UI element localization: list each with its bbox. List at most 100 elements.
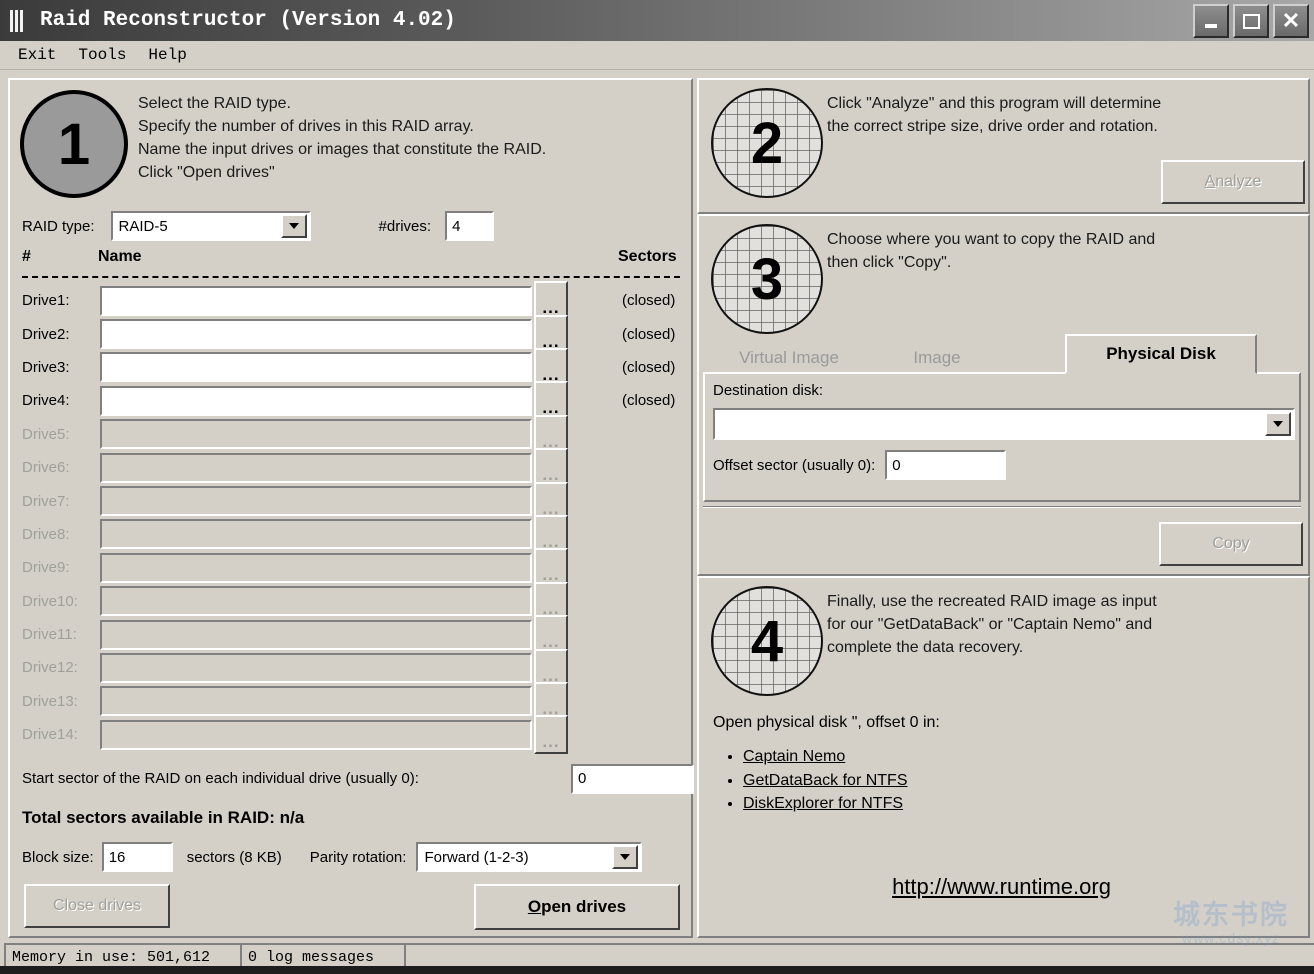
raid-type-row: RAID type: RAID-5 #drives: 4 [22,211,495,241]
step1-line-2: Specify the number of drives in this RAI… [138,118,474,135]
step2-badge: 2 [711,88,823,198]
header-divider [22,276,680,278]
menu-item-help[interactable]: Help [140,44,194,66]
tab-virtual-image[interactable]: Virtual Image [709,342,869,374]
menu-item-exit[interactable]: Exit [10,44,64,66]
tab-physical-disk[interactable]: Physical Disk [1065,334,1257,374]
start-sector-label: Start sector of the RAID on each individ… [22,770,419,787]
table-row: Drive1:... (closed) [22,281,682,321]
step1-panel: 1 Select the RAID type. Specify the numb… [8,78,694,938]
destination-disk-select[interactable] [713,408,1295,440]
drive-status: (closed) [622,392,676,410]
offset-sector-label: Offset sector (usually 0): [713,456,876,474]
drive-status: (closed) [622,325,676,343]
list-item: Captain Nemo [743,746,908,769]
drives-count-input[interactable]: 4 [445,211,495,241]
physical-disk-tab-pane: Destination disk: Offset sector (usually… [703,372,1301,502]
table-row: Drive11:... [22,615,682,655]
step1-line-4: Click "Open drives" [138,164,275,181]
drive-label: Drive1: [22,292,70,310]
close-icon: ✕ [1281,8,1301,33]
link-getdataback-ntfs[interactable]: GetDataBack for NTFS [743,772,908,789]
step3-badge: 3 [711,224,823,334]
step4-line-3: complete the data recovery. [827,639,1024,656]
analyze-label: nalyze [1215,173,1262,190]
panel3-divider [703,506,1301,508]
maximize-button[interactable] [1233,4,1269,38]
drive-path-input [100,552,532,583]
raid-type-select[interactable]: RAID-5 [110,211,311,241]
tab-image[interactable]: Image [889,342,985,374]
menu-bar: Exit Tools Help [0,41,1314,70]
table-row: Drive3:... (closed) [22,347,682,387]
drive-path-input [100,486,532,517]
drive-path-input [100,452,532,483]
step2-panel: 2 Click "Analyze" and this program will … [697,78,1310,214]
title-bar: Raid Reconstructor (Version 4.02) ✕ [0,0,1314,41]
table-row: Drive9:... [22,548,682,588]
drive-path-input [100,419,532,450]
minimize-button[interactable] [1193,4,1229,38]
link-runtime-website[interactable]: http://www.runtime.org [892,874,1111,899]
recovery-links-list: Captain Nemo GetDataBack for NTFS DiskEx… [721,746,908,817]
drive-path-input [100,686,532,717]
step3-line-2: then click "Copy". [827,254,952,271]
drive-label: Drive10: [22,592,78,610]
chevron-down-icon[interactable] [280,214,307,238]
drive-path-input[interactable] [100,385,532,416]
block-size-units: sectors (8 KB) [186,848,282,866]
parity-rotation-value: Forward (1-2-3) [424,848,529,866]
close-button[interactable]: ✕ [1273,4,1309,38]
step3-panel: 3 Choose where you want to copy the RAID… [697,214,1310,576]
start-sector-input[interactable]: 0 [571,763,694,794]
parity-rotation-select[interactable]: Forward (1-2-3) [416,842,643,872]
drive-path-input[interactable] [100,352,532,383]
table-row: Drive2:... (closed) [22,314,682,354]
block-size-label: Block size: [22,848,94,866]
parity-rotation-label: Parity rotation: [309,848,407,866]
browse-ellipsis-button: ... [534,715,568,755]
table-row: Drive10:... [22,581,682,621]
menu-item-tools[interactable]: Tools [70,44,134,66]
step4-line-2: for our "GetDataBack" or "Captain Nemo" … [827,616,1153,633]
chevron-down-icon[interactable] [1265,412,1291,436]
drive-label: Drive6: [22,459,70,477]
drive-label: Drive8: [22,525,70,543]
block-size-input[interactable]: 16 [101,842,173,872]
drive-path-input[interactable] [100,285,532,316]
drive-label: Drive9: [22,559,70,577]
step2-line-2: the correct stripe size, drive order and… [827,118,1158,135]
open-drives-label: pen drives [541,897,627,916]
block-parity-row: Block size: 16 sectors (8 KB) Parity rot… [22,842,643,872]
link-captain-nemo[interactable]: Captain Nemo [743,748,845,765]
drive-label: Drive14: [22,726,78,744]
table-row: Drive12:... [22,648,682,688]
drive-path-input [100,519,532,550]
drive-label: Drive3: [22,358,70,376]
drive-status: (closed) [622,292,676,310]
copy-button[interactable]: Copy [1159,522,1303,566]
window-bottom-edge [0,966,1314,974]
step1-instructions: Select the RAID type. Specify the number… [138,92,546,184]
step4-line-1: Finally, use the recreated RAID image as… [827,593,1157,610]
table-row: Drive8:... [22,514,682,554]
step2-instructions: Click "Analyze" and this program will de… [827,92,1161,138]
chevron-down-icon[interactable] [612,845,639,869]
link-diskexplorer-ntfs[interactable]: DiskExplorer for NTFS [743,795,903,812]
total-sectors-label: Total sectors available in RAID: n/a [22,808,305,827]
close-drives-button[interactable]: Close drives [24,884,170,928]
destination-disk-label: Destination disk: [713,382,824,399]
step1-badge: 1 [20,90,128,198]
step4-badge: 4 [711,586,823,696]
drive-label: Drive11: [22,626,77,644]
open-drives-button[interactable]: Open drives [474,884,680,930]
column-header-number: # [22,248,31,265]
table-row: Drive13:... [22,681,682,721]
drive-label: Drive13: [22,692,78,710]
window-title: Raid Reconstructor (Version 4.02) [40,9,456,32]
destination-tabs: Virtual Image Image Physical Disk [703,334,1301,374]
drive-label: Drive12: [22,659,78,677]
analyze-button[interactable]: Analyze [1161,160,1305,204]
offset-sector-input[interactable]: 0 [885,450,1007,480]
drive-path-input[interactable] [100,319,532,350]
